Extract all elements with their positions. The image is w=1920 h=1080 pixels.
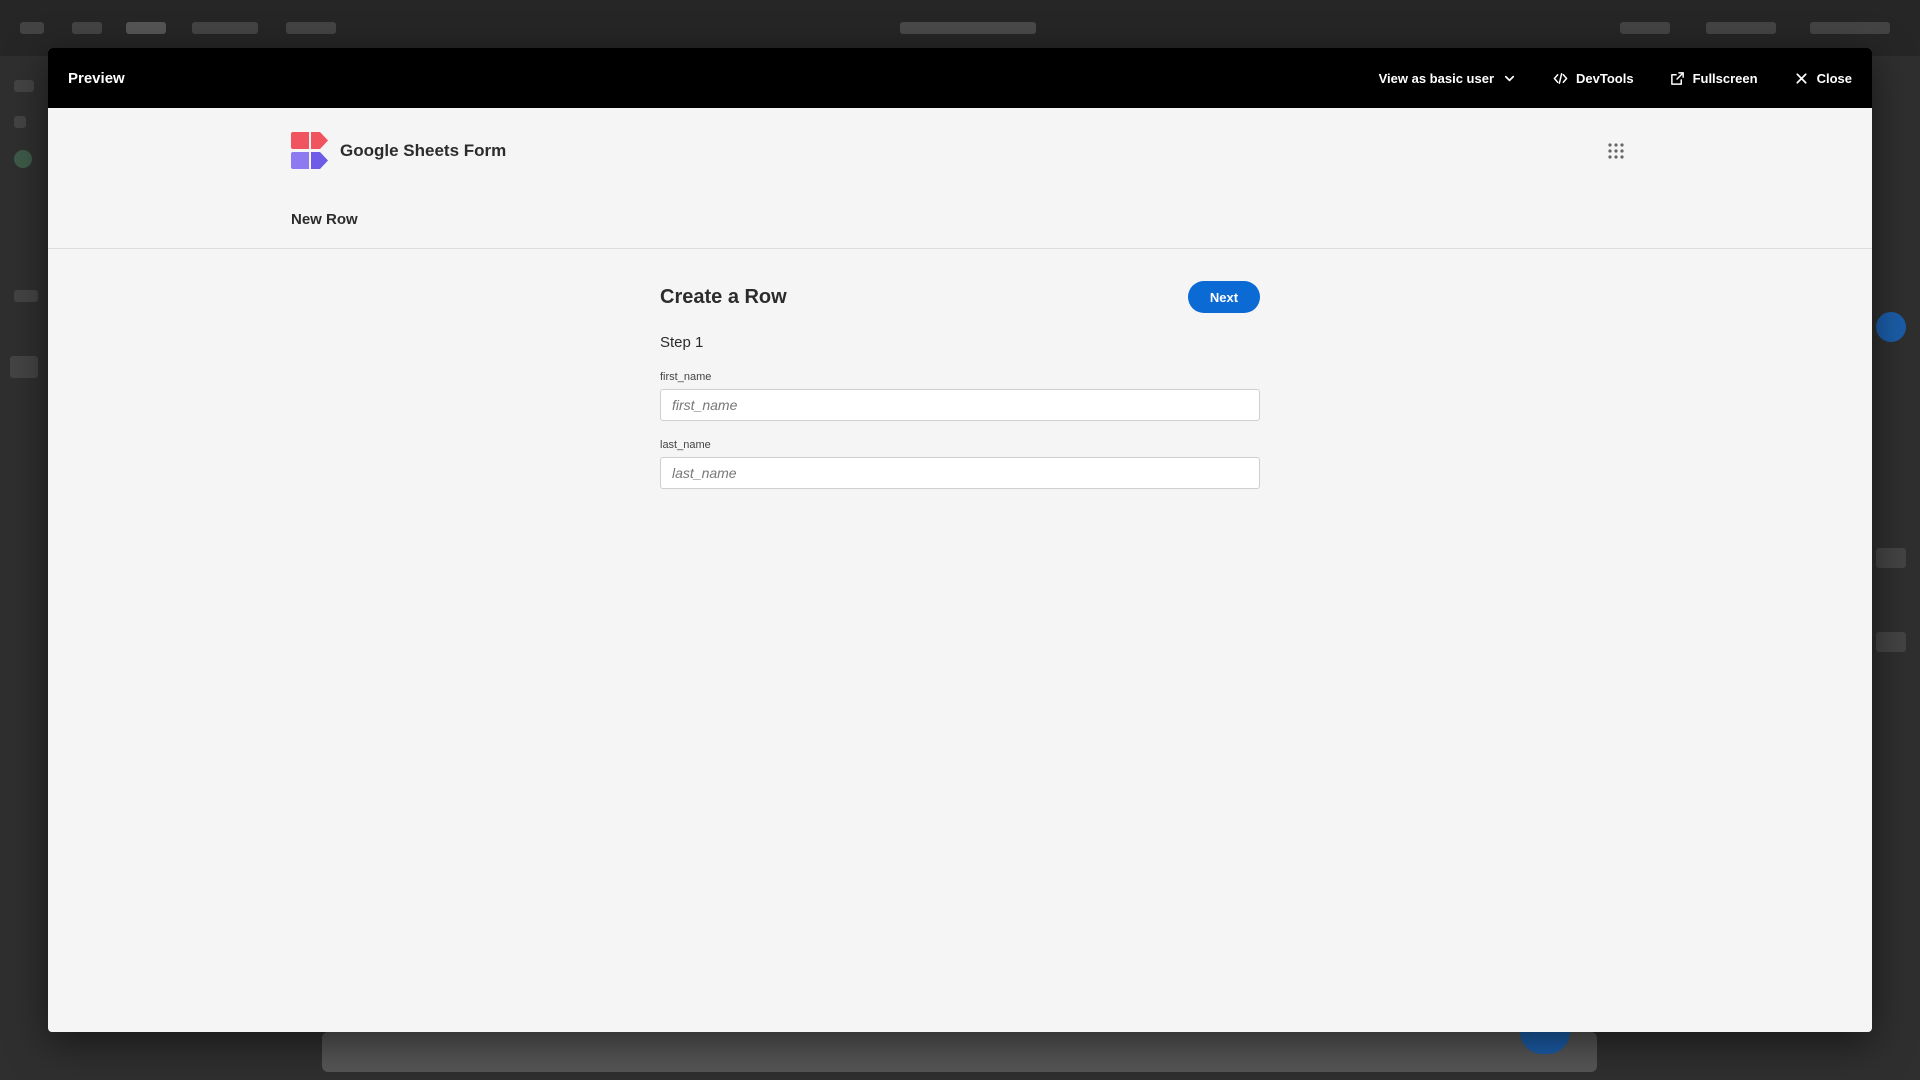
next-button[interactable]: Next — [1188, 281, 1260, 313]
background-placeholder — [126, 22, 166, 34]
devtools-label: DevTools — [1576, 70, 1634, 86]
background-placeholder — [14, 80, 34, 92]
first-name-label: first_name — [660, 371, 712, 383]
brand[interactable]: Google Sheets Form — [291, 132, 506, 169]
app-name: Google Sheets Form — [340, 140, 507, 160]
modal-header-actions: View as basic user DevTools Fullscreen C… — [1379, 71, 1852, 86]
nav-link-new-row[interactable]: New Row — [291, 211, 358, 228]
first-name-input[interactable] — [660, 389, 1260, 421]
form-title: Create a Row — [660, 285, 787, 308]
last-name-input[interactable] — [660, 457, 1260, 489]
background-placeholder — [14, 150, 32, 168]
close-button[interactable]: Close — [1794, 71, 1852, 86]
background-placeholder — [1706, 22, 1776, 34]
last-name-field: last_name — [660, 439, 1260, 489]
last-name-label: last_name — [660, 439, 711, 451]
background-placeholder — [72, 22, 102, 34]
background-placeholder — [192, 22, 258, 34]
background-placeholder — [14, 290, 38, 302]
chevron-down-icon — [1502, 71, 1517, 86]
grid-icon[interactable] — [1606, 141, 1626, 161]
background-placeholder — [900, 22, 1036, 34]
background-placeholder — [1876, 312, 1906, 342]
background-placeholder — [1620, 22, 1670, 34]
form-header: Create a Row Next — [660, 280, 1260, 314]
fullscreen-label: Fullscreen — [1692, 70, 1758, 86]
external-link-icon — [1670, 71, 1685, 86]
background-placeholder — [1876, 548, 1906, 568]
devtools-button[interactable]: DevTools — [1553, 71, 1634, 86]
background-placeholder — [20, 22, 44, 34]
modal-header: Preview View as basic user DevTools Full… — [48, 48, 1872, 108]
background-placeholder — [286, 22, 336, 34]
preview-modal: Preview View as basic user DevTools Full… — [48, 48, 1872, 1032]
app-logo-icon — [291, 132, 328, 169]
modal-title: Preview — [68, 69, 125, 87]
background-placeholder — [14, 116, 26, 128]
view-as-dropdown[interactable]: View as basic user — [1379, 71, 1517, 86]
app-navigation: Google Sheets Form New Row — [48, 108, 1872, 249]
background-placeholder — [322, 1032, 1597, 1072]
create-row-form: Create a Row Next Step 1 first_name last… — [660, 280, 1260, 489]
first-name-field: first_name — [660, 371, 1260, 421]
code-icon — [1553, 71, 1568, 86]
background-placeholder — [10, 356, 38, 378]
view-as-label: View as basic user — [1378, 70, 1494, 86]
background-placeholder — [1876, 632, 1906, 652]
fullscreen-button[interactable]: Fullscreen — [1670, 71, 1758, 86]
background-placeholder — [1810, 22, 1890, 34]
close-icon — [1794, 71, 1809, 86]
step-label: Step 1 — [660, 334, 704, 351]
close-label: Close — [1816, 70, 1852, 86]
